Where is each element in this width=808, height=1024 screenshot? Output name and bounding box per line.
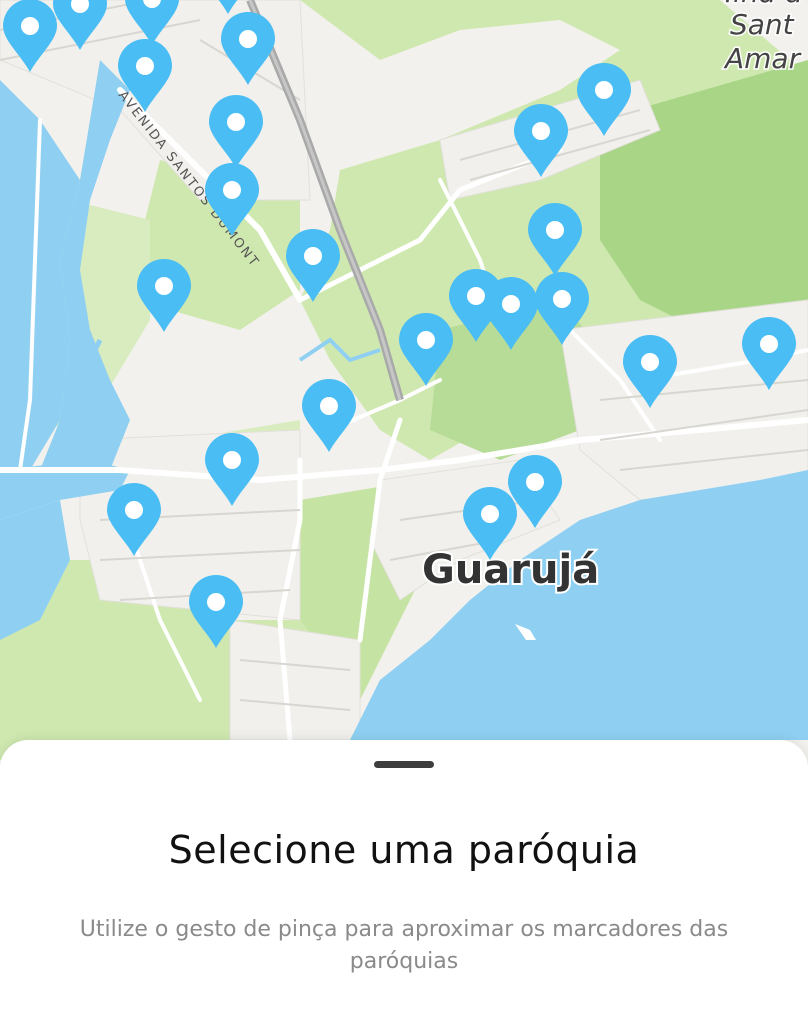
map-pin-center: [467, 287, 485, 305]
island-label-line-3: Amar: [723, 42, 802, 75]
map-pin-center: [595, 81, 613, 99]
map-pin-center: [760, 335, 778, 353]
island-label: Ilha d Sant Amar: [722, 0, 805, 77]
map-pin-center: [21, 17, 39, 35]
map-pin-center: [239, 30, 257, 48]
city-label: Guarujá: [422, 547, 599, 593]
sheet-subtitle: Utilize o gesto de pinça para aproximar …: [79, 917, 729, 974]
bottom-sheet[interactable]: Selecione uma paróquia Utilize o gesto d…: [0, 740, 808, 1024]
map-pin-center: [125, 501, 143, 519]
map-pin-center: [223, 451, 241, 469]
map-pin-center: [481, 505, 499, 523]
map-pin-center: [320, 397, 338, 415]
map-pin-center: [532, 122, 550, 140]
map-pin-center: [553, 290, 571, 308]
map-pin-center: [207, 593, 225, 611]
island-label-line-2: Sant: [730, 8, 795, 41]
map-view[interactable]: AVENIDA SANTOS DUMONT Ilha d Sant Amar G…: [0, 0, 808, 760]
sheet-drag-handle[interactable]: [374, 761, 434, 768]
map-pin-center: [227, 113, 245, 131]
map-pin-center: [417, 331, 435, 349]
map-pin-center: [546, 221, 564, 239]
map-pin-center: [136, 57, 154, 75]
sheet-title: Selecione uma paróquia: [168, 828, 640, 872]
map-pin-center: [641, 353, 659, 371]
map-pin-center: [502, 295, 520, 313]
map-pin-center: [223, 181, 241, 199]
map-pin-center: [304, 247, 322, 265]
map-pin-center: [526, 473, 544, 491]
map-pin-center: [155, 277, 173, 295]
